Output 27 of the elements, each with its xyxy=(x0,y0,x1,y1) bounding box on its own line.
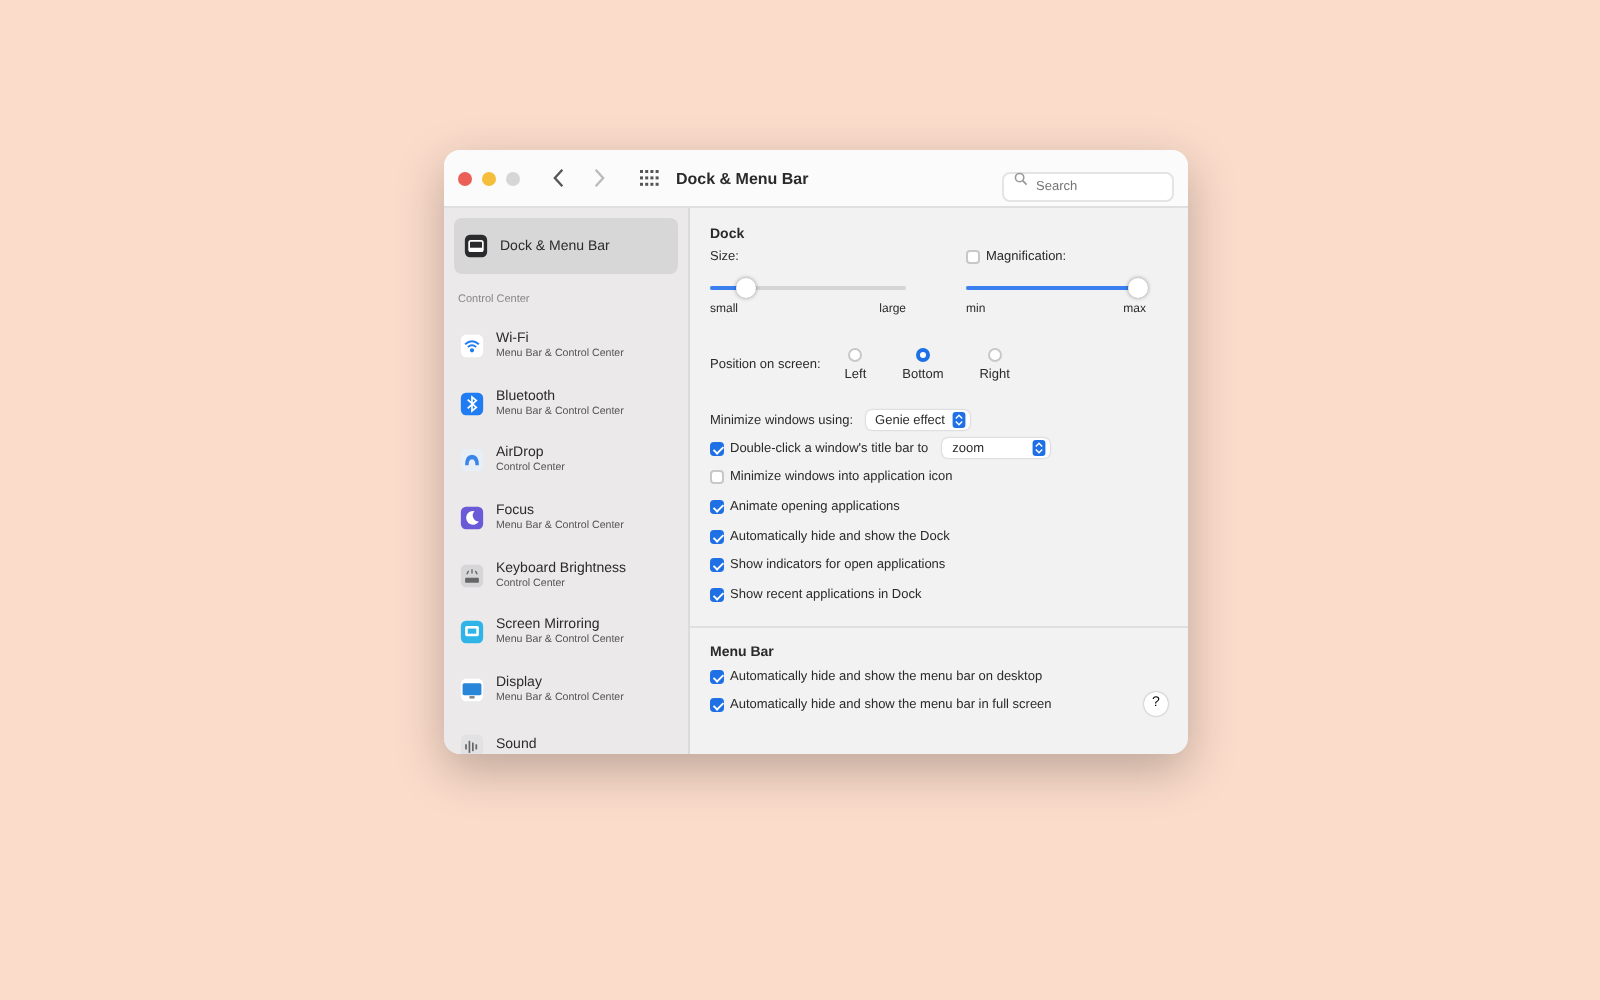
wifi-icon xyxy=(460,334,484,359)
moon-icon xyxy=(460,506,484,531)
checkbox[interactable] xyxy=(710,529,724,544)
display-icon xyxy=(460,677,484,702)
airdrop-icon xyxy=(460,448,484,473)
dock-icon xyxy=(464,234,488,258)
checkbox[interactable] xyxy=(710,441,724,456)
back-icon[interactable] xyxy=(552,168,566,188)
stepper-icon xyxy=(1032,440,1047,457)
checkbox[interactable] xyxy=(710,558,724,573)
checkbox[interactable] xyxy=(710,697,724,712)
stepper-icon xyxy=(952,412,967,428)
checkbox[interactable] xyxy=(710,670,724,685)
window-title: Dock & Menu Bar xyxy=(676,169,809,187)
close-button[interactable] xyxy=(458,171,472,185)
bluetooth-icon xyxy=(460,391,484,416)
checkbox[interactable] xyxy=(710,470,724,485)
screen-mirroring-icon xyxy=(460,620,484,645)
grid-icon[interactable] xyxy=(640,168,660,188)
checkbox[interactable] xyxy=(710,499,724,514)
radio-button[interactable] xyxy=(848,348,863,362)
radio-button[interactable] xyxy=(987,348,1002,362)
radio-button[interactable] xyxy=(915,348,930,362)
search-icon xyxy=(1014,171,1028,185)
checkbox[interactable] xyxy=(710,587,724,602)
keyboard-icon xyxy=(460,563,484,588)
magnification-checkbox[interactable] xyxy=(966,250,980,264)
